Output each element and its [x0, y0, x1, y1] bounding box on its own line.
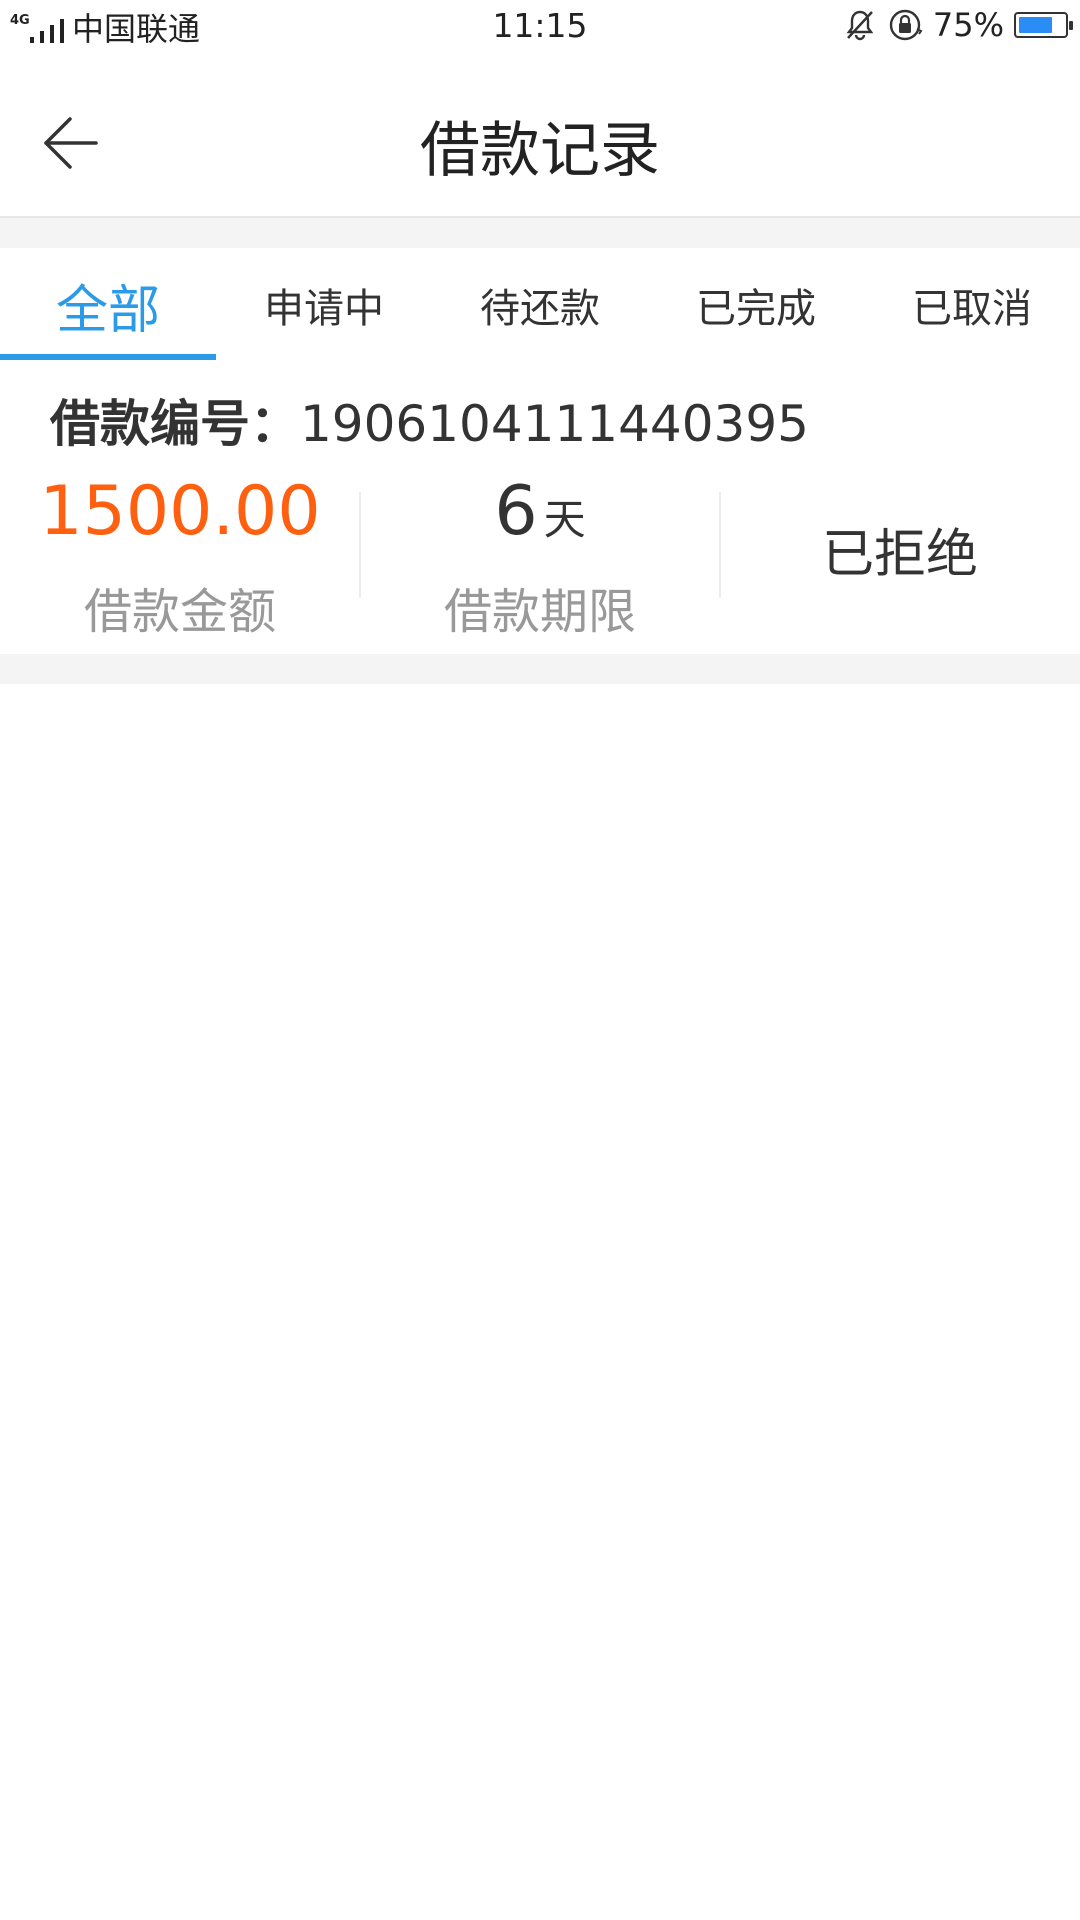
- status-bar: 4G 中国联通 11:15 75%: [0, 0, 1080, 56]
- list-separator: [0, 654, 1080, 684]
- battery-percent: 75%: [932, 6, 1004, 44]
- rotation-lock-icon: [889, 9, 923, 41]
- page-title: 借款记录: [420, 116, 660, 186]
- loan-number-label: 借款编号：: [50, 395, 300, 453]
- loan-stats: 1500.00 借款金额 6天 借款期限 已拒绝: [0, 472, 1080, 640]
- tab-applying[interactable]: 申请中: [216, 248, 432, 362]
- loan-amount-label: 借款金额: [83, 584, 276, 640]
- loan-number: 借款编号：1906104111440395: [50, 384, 809, 456]
- battery-level: [1019, 17, 1052, 33]
- tab-cancelled[interactable]: 已取消: [864, 248, 1080, 362]
- loan-status-block: 已拒绝: [720, 472, 1080, 632]
- tab-bar: 全部 申请中 待还款 已完成 已取消: [0, 248, 1080, 362]
- loan-amount-block: 1500.00 借款金额: [0, 472, 360, 640]
- loan-term-label: 借款期限: [443, 584, 636, 640]
- loan-number-value: 1906104111440395: [300, 395, 809, 453]
- status-right: 75%: [843, 6, 1073, 44]
- tab-pending-repayment[interactable]: 待还款: [432, 248, 648, 362]
- bell-muted-icon: [846, 10, 874, 41]
- loan-term-unit: 天: [543, 495, 586, 544]
- loan-amount-value: 1500.00: [39, 472, 321, 551]
- battery-icon: [1014, 12, 1073, 38]
- loan-term: 6天: [360, 472, 720, 551]
- tab-all[interactable]: 全部: [0, 248, 216, 362]
- loan-term-block: 6天 借款期限: [360, 472, 720, 640]
- header: 借款记录: [0, 56, 1080, 218]
- section-divider: [0, 218, 1080, 249]
- loan-term-value: 6: [494, 472, 538, 551]
- tab-completed[interactable]: 已完成: [648, 248, 864, 362]
- loan-record-card[interactable]: 借款编号：1906104111440395 1500.00 借款金额 6天 借款…: [0, 362, 1080, 652]
- loan-status: 已拒绝: [821, 525, 978, 585]
- screen: 4G 中国联通 11:15 75% 借款记录 全部 申请中 待还款 已完成 已取…: [0, 0, 1080, 1920]
